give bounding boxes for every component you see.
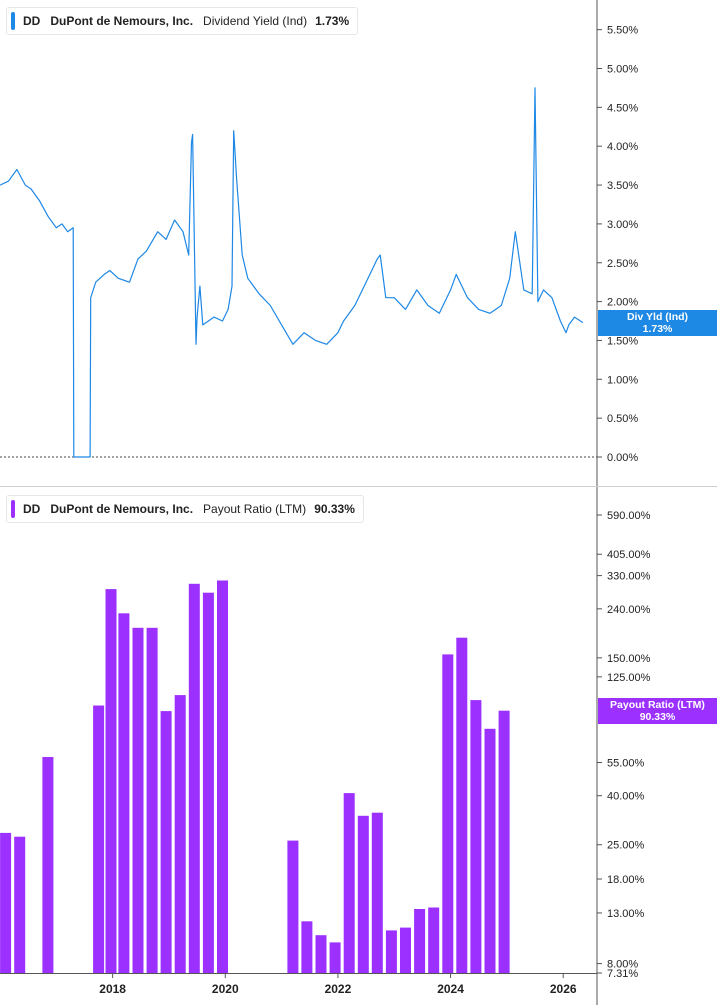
payout-ratio-bar [118,613,130,973]
payout-ratio-bar [400,927,411,973]
payout-ratio-bar [343,793,355,973]
current-value-badge-dividend-yield: Div Yld (Ind) 1.73% [598,309,717,336]
badge-value: 90.33% [639,710,676,723]
y-tick-label: 4.00% [607,141,638,153]
payout-ratio-bar [456,637,468,973]
payout-ratio-bar [385,930,397,973]
payout-ratio-bar [146,627,158,973]
badge-value: 1.73% [642,322,673,335]
legend-metric: Payout Ratio (LTM) [203,502,307,516]
legend-ticker: DD [23,502,41,516]
x-tick-label: 2026 [550,982,577,996]
legend-dividend-yield[interactable]: DD DuPont de Nemours, Inc. Dividend Yiel… [6,7,359,35]
legend-metric: Dividend Yield (Ind) [203,14,308,28]
y-tick-label: 330.00% [607,571,651,583]
legend-payout-ratio[interactable]: DD DuPont de Nemours, Inc. Payout Ratio … [6,495,364,523]
payout-ratio-bar [484,728,496,973]
y-tick-label: 150.00% [607,653,651,665]
payout-ratio-bar [442,654,454,973]
series-color-swatch [11,12,15,30]
payout-ratio-bar [470,700,482,973]
payout-ratio-bar [188,583,200,973]
y-tick-label: 405.00% [607,549,651,561]
dividend-yield-line [0,87,584,458]
y-tick-label: 5.00% [607,64,638,76]
legend-ticker: DD [23,14,41,28]
series-color-swatch [11,500,15,518]
payout-ratio-bar [105,589,117,973]
payout-ratio-bar [93,705,105,973]
y-tick-label: 125.00% [607,672,651,684]
y-tick-label: 55.00% [607,757,645,769]
x-axis: 2018 2020 2022 2024 2026 [99,973,577,996]
y-tick-label: 3.00% [607,219,638,231]
y-tick-label: 3.50% [607,180,638,192]
y-tick-label: 0.50% [607,413,638,425]
legend-company: DuPont de Nemours, Inc. [50,14,194,28]
x-tick-label: 2024 [437,982,464,996]
y-tick-label: 4.50% [607,102,638,114]
payout-ratio-bar [287,840,299,973]
current-value-badge-payout-ratio: Payout Ratio (LTM) 90.33% [598,697,717,724]
x-tick-label: 2018 [99,982,126,996]
payout-ratio-bar [329,942,341,973]
x-tick-label: 2022 [325,982,352,996]
payout-ratio-bar [174,695,186,973]
payout-ratio-bar [414,909,426,973]
y-tick-label: 590.00% [607,510,651,522]
y-tick-label: 5.50% [607,25,638,37]
payout-ratio-bar [357,815,369,973]
badge-label: Payout Ratio (LTM) [610,698,705,711]
y-tick-label: 1.50% [607,335,638,347]
payout-ratio-panel: 590.00% 405.00% 330.00% 240.00% 150.00% 125.0… [0,510,651,980]
y-tick-label: 7.31% [607,968,638,980]
y-tick-label: 2.50% [607,258,638,270]
y-tick-label: 40.00% [607,791,645,803]
payout-ratio-bar [371,812,383,973]
payout-ratio-bar [0,832,12,973]
payout-ratio-bar [217,580,228,973]
legend-value: 1.73% [315,14,350,28]
badge-label: Div Yld (Ind) [626,310,689,323]
payout-ratio-bar [14,836,26,973]
legend-company: DuPont de Nemours, Inc. [50,502,194,516]
payout-ratio-bar [202,592,214,973]
y-tick-label: 13.00% [607,908,645,920]
y-tick-label: 240.00% [607,604,651,616]
payout-ratio-bar [315,935,327,973]
payout-ratio-bar [428,907,440,973]
x-tick-label: 2020 [212,982,239,996]
dividend-yield-panel: 5.50% 5.00% 4.50% 4.00% 3.50% 3.00% 2.50% 2.00%… [0,25,638,464]
y-tick-label: 1.00% [607,374,638,386]
y-tick-label: 0.00% [607,452,638,464]
y-tick-label: 25.00% [607,840,645,852]
legend-value: 90.33% [314,502,355,516]
payout-ratio-bar [498,710,510,973]
y-tick-label: 2.00% [607,297,638,309]
payout-ratio-bar [42,757,54,973]
payout-ratio-bar [301,921,313,973]
y-tick-label: 18.00% [607,874,645,886]
payout-ratio-bar [132,627,144,973]
payout-ratio-bar [160,711,172,973]
